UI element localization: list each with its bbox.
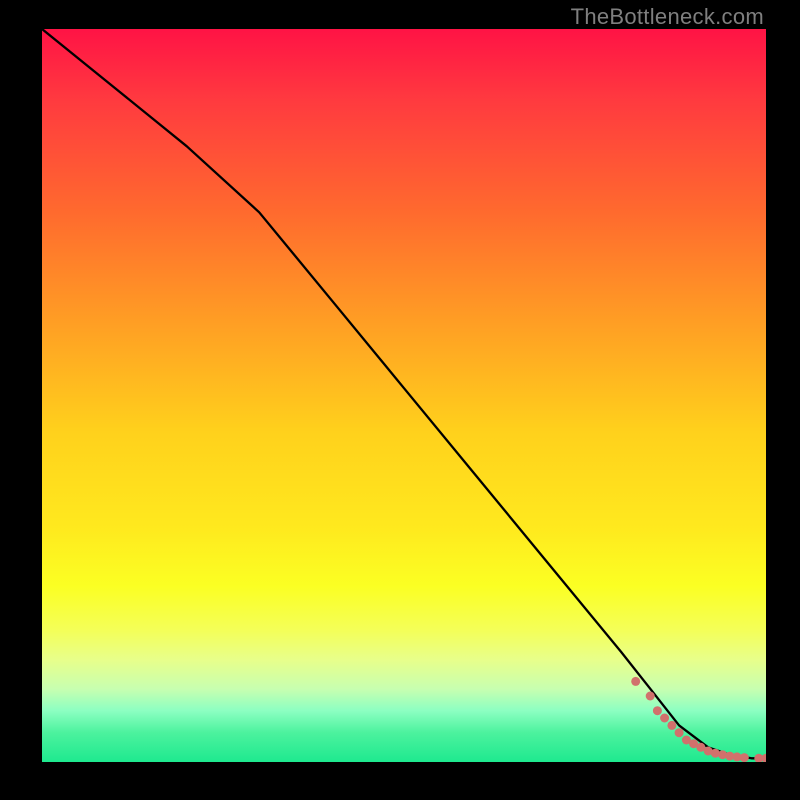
scatter-dot	[646, 692, 655, 701]
chart-frame: TheBottleneck.com	[0, 0, 800, 800]
scatter-dot	[653, 706, 662, 715]
scatter-dot	[740, 753, 749, 762]
plot-overlay	[42, 29, 766, 762]
main-curve	[42, 29, 766, 758]
scatter-dot	[660, 714, 669, 723]
scatter-dot	[675, 728, 684, 737]
plot-area	[42, 29, 766, 762]
scatter-dot	[631, 677, 640, 686]
scatter-dot	[667, 721, 676, 730]
attribution-text: TheBottleneck.com	[571, 4, 764, 30]
